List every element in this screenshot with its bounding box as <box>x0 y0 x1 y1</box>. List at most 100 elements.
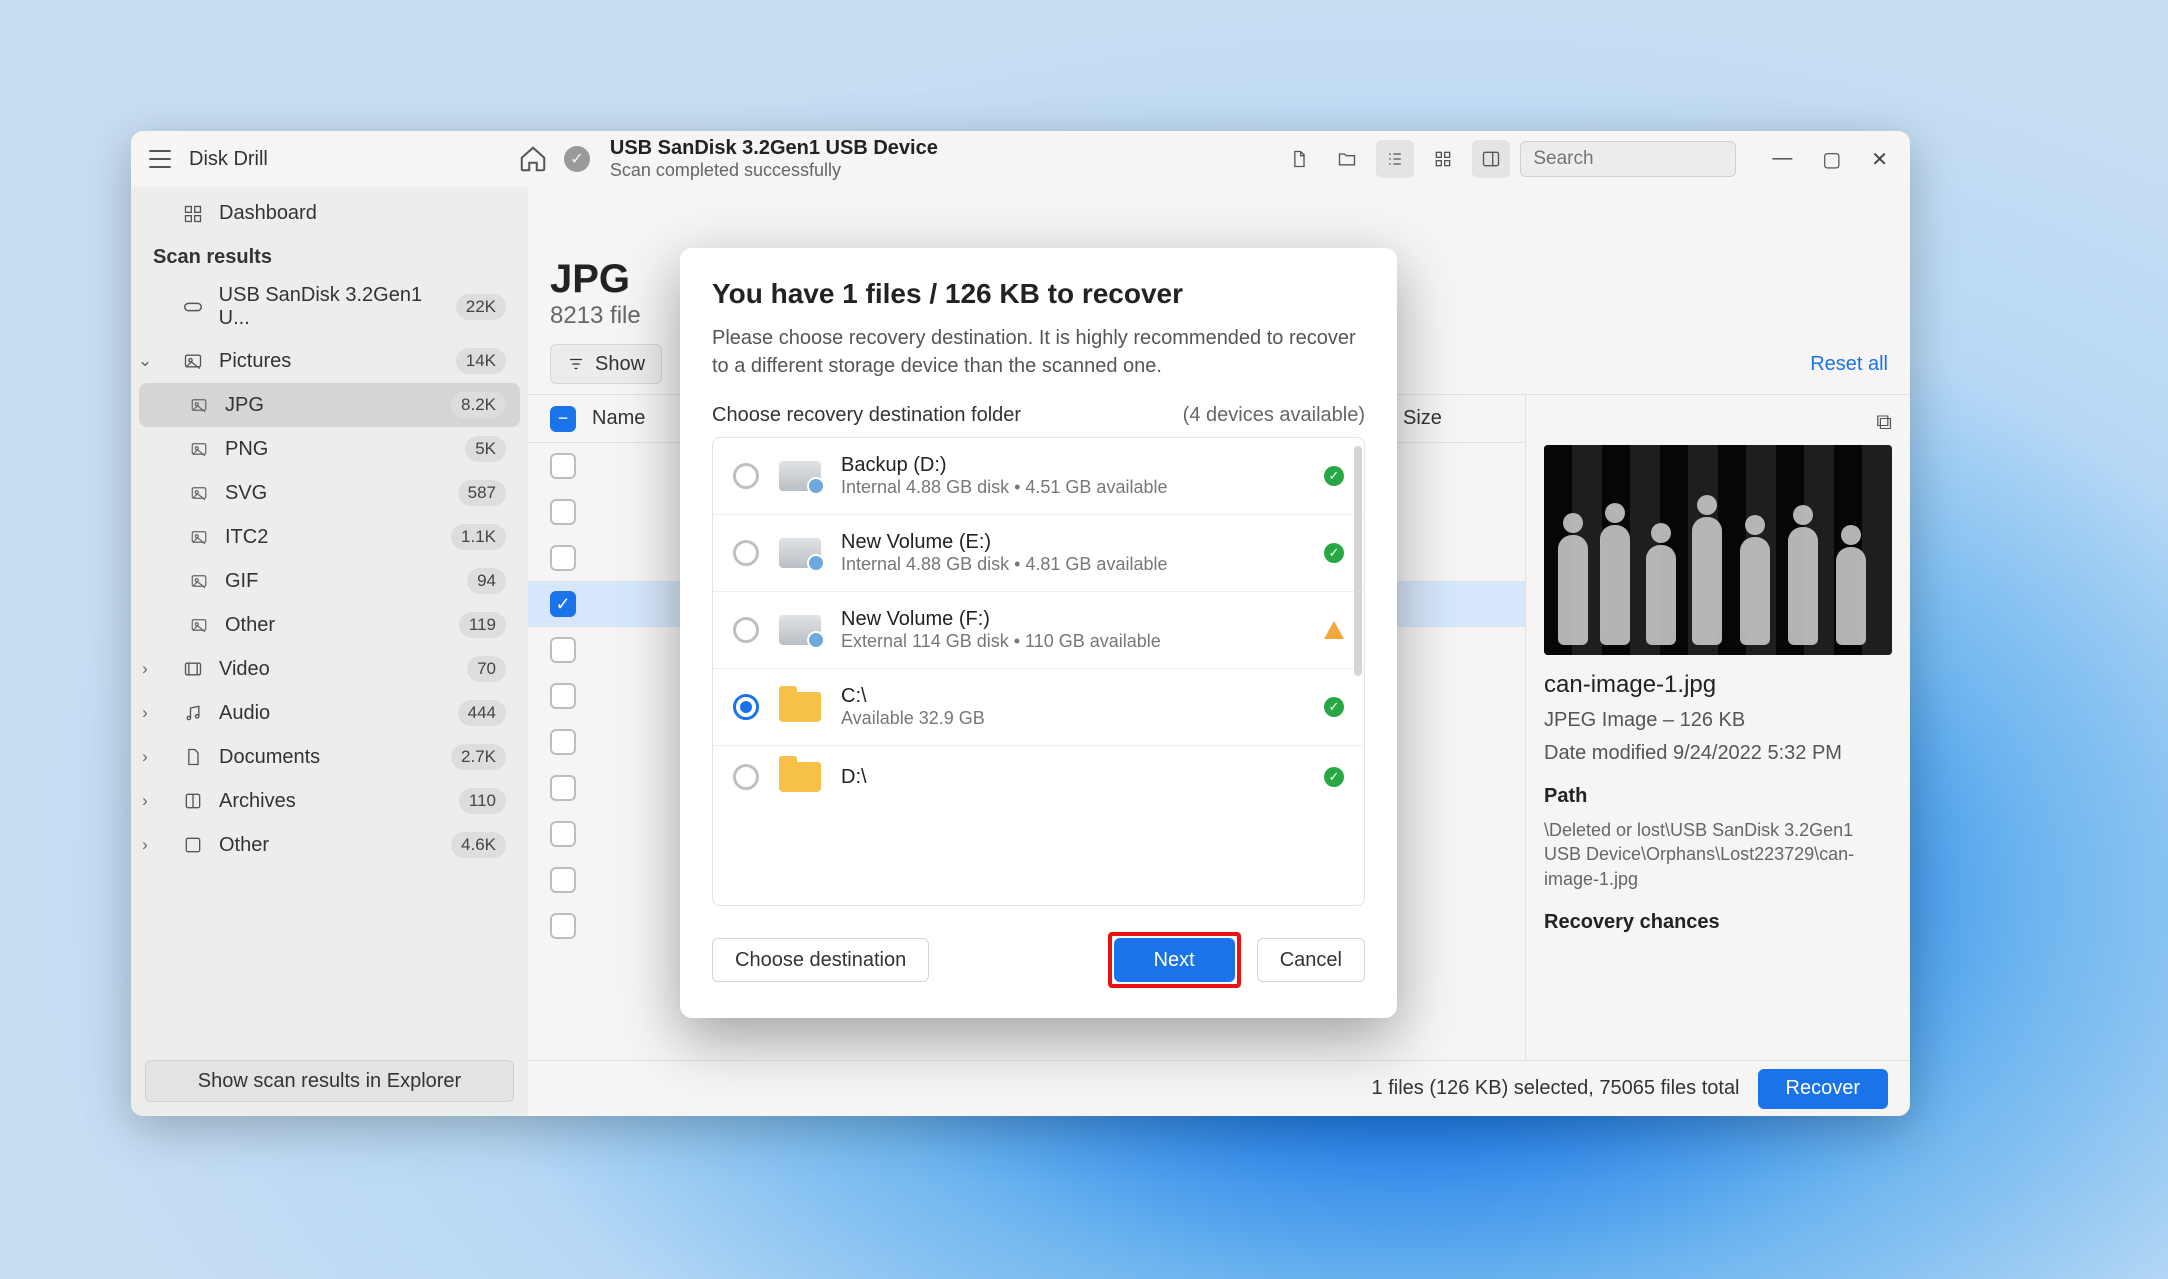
chevron-right-icon[interactable]: › <box>137 791 153 811</box>
destination-radio[interactable] <box>733 617 759 643</box>
next-button[interactable]: Next <box>1114 938 1235 982</box>
sidebar-item-png[interactable]: PNG 5K <box>131 427 528 471</box>
video-icon <box>179 659 207 679</box>
documents-icon <box>179 747 207 767</box>
sidebar-item-label: Other <box>225 614 275 637</box>
chevron-right-icon[interactable]: › <box>137 659 153 679</box>
column-size[interactable]: Size <box>1403 407 1503 430</box>
destination-radio[interactable] <box>733 764 759 790</box>
chevron-right-icon[interactable]: › <box>137 747 153 767</box>
row-checkbox[interactable] <box>550 453 576 479</box>
choose-destination-button[interactable]: Choose destination <box>712 938 929 982</box>
sidebar-item-itc2[interactable]: ITC2 1.1K <box>131 515 528 559</box>
row-checkbox[interactable]: ✓ <box>550 591 576 617</box>
cancel-button[interactable]: Cancel <box>1257 938 1365 982</box>
folder-icon <box>779 692 821 722</box>
sidebar-item-badge: 94 <box>467 568 506 594</box>
status-ok-icon: ✓ <box>1324 543 1344 563</box>
modal-choose-label: Choose recovery destination folder <box>712 404 1021 427</box>
sidebar-item-archives[interactable]: › Archives 110 <box>131 779 528 823</box>
row-checkbox[interactable] <box>550 913 576 939</box>
search-box[interactable] <box>1520 141 1736 177</box>
row-checkbox[interactable] <box>550 775 576 801</box>
destination-name: C:\ <box>841 685 1304 708</box>
maximize-icon[interactable]: ▢ <box>1822 147 1841 172</box>
file-icon[interactable] <box>1280 140 1318 178</box>
sidebar-dashboard[interactable]: Dashboard <box>131 193 528 234</box>
sidebar-item-badge: 1.1K <box>451 524 506 550</box>
destination-item[interactable]: Backup (D:) Internal 4.88 GB disk • 4.51… <box>713 438 1364 515</box>
home-icon[interactable] <box>518 144 548 174</box>
row-checkbox[interactable] <box>550 683 576 709</box>
chevron-right-icon[interactable]: › <box>137 835 153 855</box>
destination-name: D:\ <box>841 766 1304 789</box>
audio-icon <box>179 703 207 723</box>
image-icon <box>185 572 213 590</box>
preview-image[interactable] <box>1544 445 1892 655</box>
grid-view-icon[interactable] <box>1424 140 1462 178</box>
usb-drive-icon <box>179 296 207 318</box>
modal-description: Please choose recovery destination. It i… <box>712 324 1365 380</box>
menu-icon[interactable] <box>149 150 171 168</box>
disk-icon <box>779 615 821 645</box>
sidebar-item-video[interactable]: › Video 70 <box>131 647 528 691</box>
minimize-icon[interactable]: — <box>1772 147 1792 172</box>
row-checkbox[interactable] <box>550 545 576 571</box>
sidebar-device-badge: 22K <box>456 294 506 320</box>
modal-device-count: (4 devices available) <box>1183 404 1365 427</box>
row-checkbox[interactable] <box>550 729 576 755</box>
show-filter-button[interactable]: Show <box>550 344 662 384</box>
destination-sub: Internal 4.88 GB disk • 4.81 GB availabl… <box>841 554 1304 575</box>
sidebar-item-badge: 444 <box>458 700 506 726</box>
sidebar-item-badge: 110 <box>459 788 506 814</box>
sidebar-item-label: PNG <box>225 438 268 461</box>
device-subtitle: Scan completed successfully <box>610 160 938 181</box>
select-all-checkbox[interactable]: − <box>550 406 576 432</box>
row-checkbox[interactable] <box>550 499 576 525</box>
row-checkbox[interactable] <box>550 821 576 847</box>
chevron-right-icon[interactable]: › <box>137 703 153 723</box>
close-icon[interactable]: ✕ <box>1871 147 1888 172</box>
status-ok-icon: ✓ <box>1324 767 1344 787</box>
row-checkbox[interactable] <box>550 637 576 663</box>
other-icon <box>179 835 207 855</box>
destination-radio[interactable] <box>733 463 759 489</box>
panel-toggle-icon[interactable] <box>1472 140 1510 178</box>
sidebar-pictures[interactable]: ⌄ Pictures 14K <box>131 339 528 383</box>
scrollbar[interactable] <box>1354 446 1362 676</box>
destination-radio[interactable] <box>733 694 759 720</box>
sidebar-item-audio[interactable]: › Audio 444 <box>131 691 528 735</box>
open-external-icon[interactable]: ⧉ <box>1876 409 1892 435</box>
status-warning-icon <box>1324 621 1344 639</box>
sidebar-item-badge: 2.7K <box>451 744 506 770</box>
destination-item[interactable]: New Volume (E:) Internal 4.88 GB disk • … <box>713 515 1364 592</box>
recovery-destination-modal: You have 1 files / 126 KB to recover Ple… <box>680 248 1397 1018</box>
sidebar-item-label: Other <box>219 834 269 857</box>
sidebar-item-badge: 8.2K <box>451 392 506 418</box>
reset-all-link[interactable]: Reset all <box>1810 353 1888 376</box>
sidebar-device[interactable]: USB SanDisk 3.2Gen1 U... 22K <box>131 275 528 339</box>
sidebar-item-jpg[interactable]: JPG 8.2K <box>139 383 520 427</box>
folder-icon[interactable] <box>1328 140 1366 178</box>
sidebar-item-other[interactable]: Other 119 <box>131 603 528 647</box>
sidebar-item-svg[interactable]: SVG 587 <box>131 471 528 515</box>
preview-path-label: Path <box>1544 775 1892 808</box>
destination-radio[interactable] <box>733 540 759 566</box>
list-view-icon[interactable] <box>1376 140 1414 178</box>
recover-button[interactable]: Recover <box>1758 1069 1888 1109</box>
show-in-explorer-button[interactable]: Show scan results in Explorer <box>145 1060 514 1102</box>
destination-item[interactable]: D:\ ✓ <box>713 746 1364 808</box>
search-input[interactable] <box>1533 148 1778 170</box>
sidebar-item-other[interactable]: › Other 4.6K <box>131 823 528 867</box>
sidebar-item-documents[interactable]: › Documents 2.7K <box>131 735 528 779</box>
destination-item[interactable]: C:\ Available 32.9 GB ✓ <box>713 669 1364 746</box>
sidebar-item-badge: 70 <box>467 656 506 682</box>
sidebar-item-badge: 4.6K <box>451 832 506 858</box>
filter-icon <box>567 355 585 373</box>
destination-sub: Available 32.9 GB <box>841 708 1304 729</box>
chevron-down-icon[interactable]: ⌄ <box>137 351 153 371</box>
destination-item[interactable]: New Volume (F:) External 114 GB disk • 1… <box>713 592 1364 669</box>
sidebar-item-label: Documents <box>219 746 320 769</box>
row-checkbox[interactable] <box>550 867 576 893</box>
sidebar-item-gif[interactable]: GIF 94 <box>131 559 528 603</box>
